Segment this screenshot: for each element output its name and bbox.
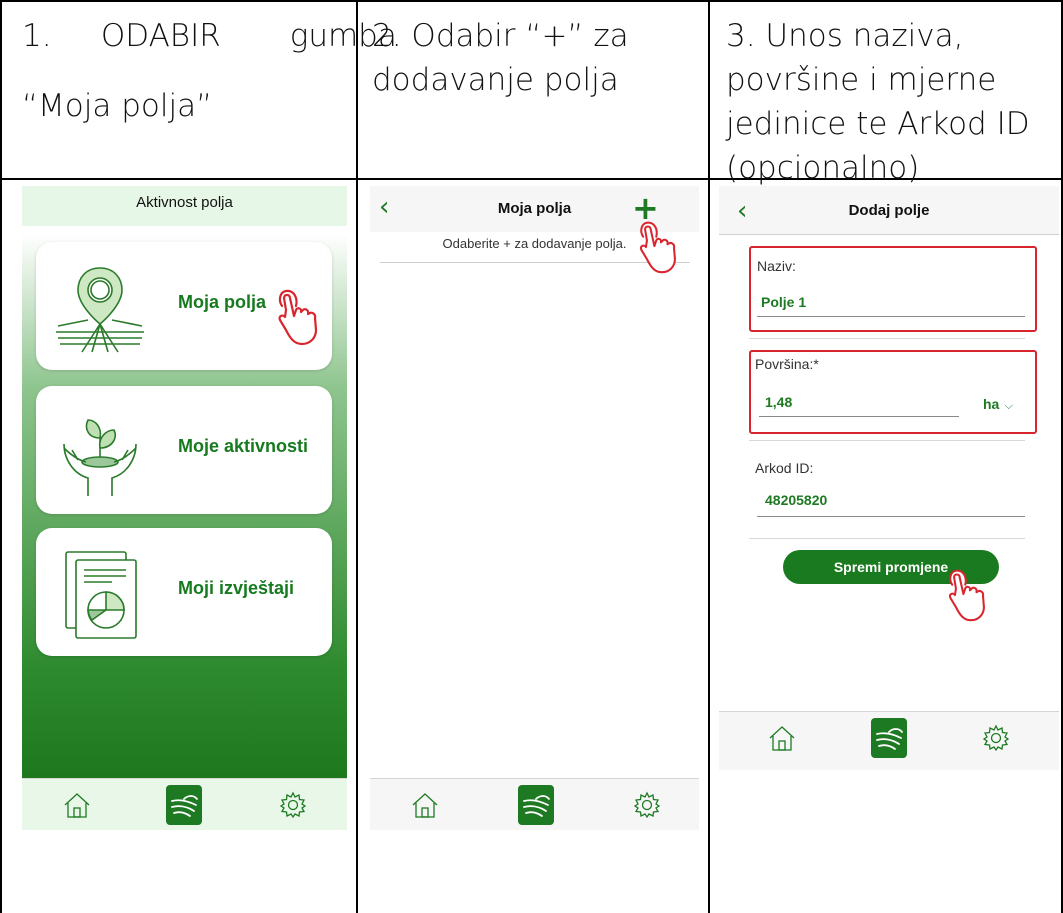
step-3-header: 3. Unos naziva, površine i mjerne jedini… (726, 14, 1030, 190)
map-pin-field-icon (56, 267, 144, 353)
tap-hand-icon (948, 569, 985, 622)
divider (749, 538, 1025, 539)
menu-card-moji-izvjestaji[interactable]: Moji izvještaji (36, 528, 332, 656)
step-3-line-4: (opcionalno) (726, 150, 920, 186)
tap-hand-icon (278, 289, 318, 346)
arkod-underline (757, 516, 1025, 517)
fields-icon (876, 728, 903, 750)
chevron-down-icon: ⌵ (1004, 399, 1013, 412)
divider (749, 338, 1025, 339)
divider (749, 440, 1025, 441)
settings-icon[interactable] (632, 790, 662, 820)
home-icon[interactable] (410, 790, 440, 820)
nav-bar: ‹ Dodaj polje (719, 186, 1059, 235)
step-3-line-2: površine i mjerne (726, 62, 997, 98)
fields-tab-button[interactable] (518, 785, 554, 825)
nav-title: Dodaj polje (848, 202, 930, 219)
naziv-field[interactable]: Polje 1 (761, 294, 806, 310)
menu-card-moje-aktivnosti[interactable]: Moje aktivnosti (36, 386, 332, 514)
fields-icon (171, 795, 198, 817)
step-2-header: 2. Odabir “+” za dodavanje polja (372, 14, 629, 102)
fields-tab-button[interactable] (871, 718, 907, 758)
hands-plant-icon (63, 419, 137, 496)
settings-icon[interactable] (981, 723, 1011, 753)
home-icon[interactable] (62, 790, 92, 820)
step-3-line-1: 3. Unos naziva, (726, 18, 964, 54)
unit-select[interactable]: ha ⌵ (983, 394, 1013, 413)
step-2-line-1: 2. Odabir “+” za (372, 18, 629, 54)
screen-title: Aktivnost polja (136, 194, 233, 211)
arkod-field[interactable]: 48205820 (765, 492, 827, 508)
report-chart-icon (65, 551, 137, 639)
menu-label-moje-aktivnosti: Moje aktivnosti (178, 436, 309, 456)
screen-moja-polja: ‹ Moja polja + Odaberite + za dodavanje … (370, 186, 699, 830)
step-2-line-2: dodavanje polja (372, 62, 619, 98)
home-icon[interactable] (767, 723, 797, 753)
tab-bar (22, 778, 347, 830)
menu-label-moji-izvjestaji: Moji izvještaji (178, 578, 295, 598)
arkod-label: Arkod ID: (755, 460, 814, 476)
naziv-underline (757, 316, 1025, 317)
step-3-line-3: jedinice te Arkod ID (726, 106, 1030, 142)
tab-bar (370, 778, 699, 830)
settings-icon[interactable] (278, 790, 308, 820)
unit-value: ha (983, 396, 1000, 412)
povrsina-field[interactable]: 1,48 (765, 394, 792, 410)
step-1-line-1: 1. ODABIR gumba (22, 18, 397, 54)
tab-bar (719, 711, 1059, 770)
povrsina-label: Površina:* (755, 356, 819, 372)
screen-dodaj-polje: ‹ Dodaj polje Naziv: Polje 1 Površina:* … (719, 186, 1059, 830)
menu-label-moja-polja: Moja polja (178, 292, 267, 312)
step-1-header: 1. ODABIR gumba “Moja polja” (22, 14, 397, 128)
step-1-line-2: “Moja polja” (22, 88, 213, 124)
fields-icon (523, 795, 550, 817)
naziv-label: Naziv: (757, 258, 796, 274)
tap-hand-icon (639, 221, 676, 274)
screen-aktivnost-polja: Aktivnost polja Moja polja Moje aktivnos… (22, 186, 347, 830)
povrsina-underline (759, 416, 959, 417)
fields-tab-button[interactable] (166, 785, 202, 825)
